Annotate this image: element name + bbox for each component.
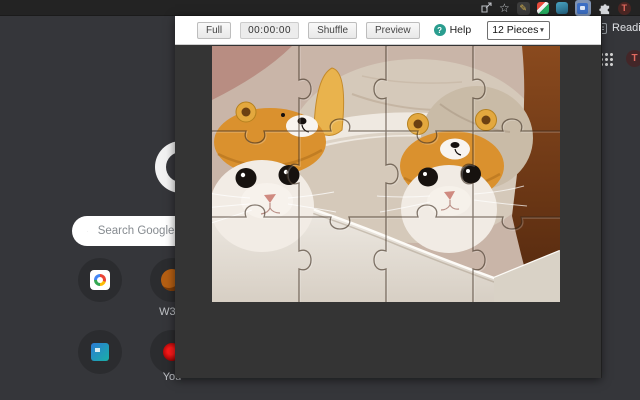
extension-teal-icon[interactable] bbox=[556, 2, 568, 14]
full-button[interactable]: Full bbox=[197, 22, 231, 39]
browser-profile-avatar[interactable]: T bbox=[618, 2, 631, 15]
shortcut-3-favicon bbox=[91, 343, 109, 361]
bookmark-star-icon[interactable]: ☆ bbox=[499, 2, 510, 14]
pieces-count-select[interactable]: 12 Pieces ▼ bbox=[487, 21, 550, 40]
puzzle-image-cats[interactable] bbox=[212, 46, 560, 302]
share-icon[interactable] bbox=[480, 2, 492, 14]
help-button[interactable]: ? Help bbox=[434, 24, 472, 36]
help-icon: ? bbox=[434, 24, 446, 36]
chevron-down-icon: ▼ bbox=[539, 27, 545, 34]
screen: { "browser": { "reading_list_label": "Re… bbox=[0, 0, 640, 400]
profile-avatar[interactable]: T bbox=[626, 50, 640, 67]
shortcut-tile-3[interactable] bbox=[78, 330, 122, 374]
jigsaw-extension-glyph bbox=[577, 3, 588, 14]
google-apps-grid-icon[interactable] bbox=[599, 52, 613, 66]
jigsaw-extension-icon-active[interactable] bbox=[575, 0, 591, 16]
puzzle-toolbar: Full 00:00:00 Shuffle Preview ? Help 12 … bbox=[175, 16, 601, 45]
search-icon bbox=[87, 225, 88, 238]
search-input[interactable]: Search Google o bbox=[72, 216, 184, 246]
extension-pencil-icon[interactable]: ✎ bbox=[517, 2, 530, 15]
pieces-count-value: 12 Pieces bbox=[492, 24, 538, 36]
search-placeholder-text: Search Google o bbox=[98, 225, 184, 237]
reading-list-label: Reading bbox=[612, 22, 640, 34]
timer-display: 00:00:00 bbox=[240, 22, 299, 39]
shuffle-button[interactable]: Shuffle bbox=[308, 22, 357, 39]
browser-toolbar-icons: ☆ ✎ T bbox=[480, 0, 631, 16]
puzzle-board[interactable] bbox=[212, 46, 560, 302]
shortcut-tile-1[interactable] bbox=[78, 258, 122, 302]
extensions-puzzle-icon[interactable] bbox=[598, 2, 611, 15]
preview-button[interactable]: Preview bbox=[366, 22, 420, 39]
extension-colorful-icon[interactable] bbox=[537, 2, 549, 14]
puzzle-overlay-panel: Full 00:00:00 Shuffle Preview ? Help 12 … bbox=[175, 16, 601, 378]
help-label: Help bbox=[450, 24, 472, 36]
shortcut-1-favicon bbox=[90, 270, 110, 290]
reading-list-button[interactable]: Reading bbox=[596, 21, 640, 35]
